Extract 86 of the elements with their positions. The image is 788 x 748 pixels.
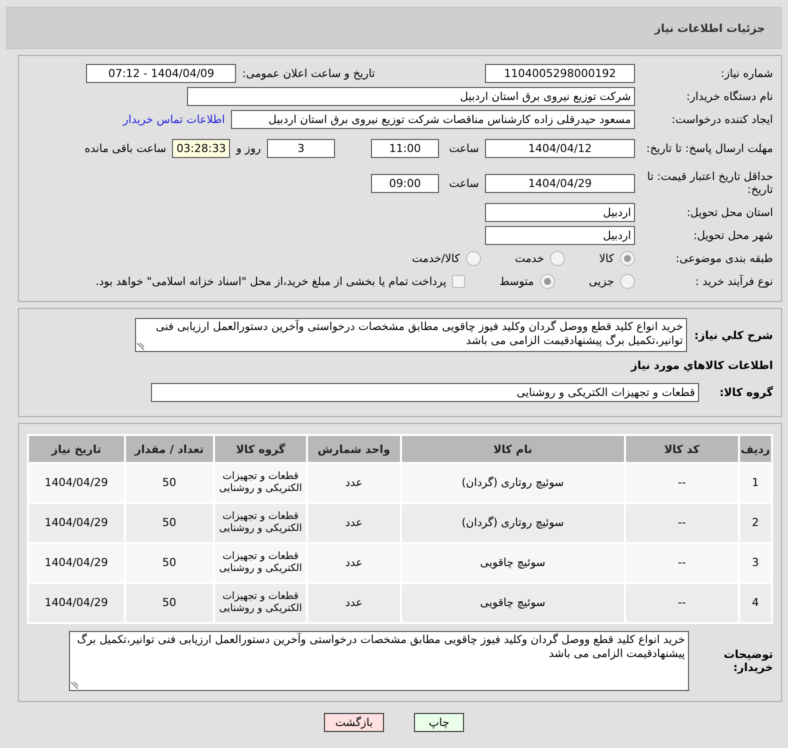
- goods-group-field[interactable]: قطعات و تجهیزات الکتریکی و روشنایی: [151, 382, 699, 402]
- province-field[interactable]: اردبیل: [485, 202, 635, 222]
- field-label: گروه کالا:: [718, 386, 773, 398]
- table-cell: عدد: [308, 504, 400, 542]
- column-header: کد کالا: [626, 436, 738, 462]
- checkbox[interactable]: [452, 274, 466, 288]
- need-number-field[interactable]: 1104005298000192: [485, 64, 635, 82]
- table-cell: عدد: [308, 464, 400, 502]
- table-cell: 50: [126, 504, 213, 542]
- table-cell: 3: [740, 544, 771, 582]
- table-cell: --: [626, 464, 738, 502]
- table-cell: سوئیچ چاقویی: [402, 544, 624, 582]
- city-field[interactable]: اردبیل: [485, 226, 635, 244]
- validity-date-field[interactable]: 1404/04/29: [485, 174, 635, 192]
- description-field[interactable]: خرید انواع کلید قطع ووصل گردان وکلید فیوز چاقویی مطابق مشخصات درخواستی وآخرین دستورالعمل ارزیابی فنی توانیر،تکمیل برگ پیشنهادقیمت الزامی می باشد: [135, 318, 687, 352]
- section-title: اطلاعات کالاهاي مورد نياز: [630, 358, 773, 372]
- field-label: مهلت ارسال پاسخ: تا تاریخ:: [645, 142, 773, 154]
- radio-button[interactable]: [620, 274, 635, 288]
- field-label: استان محل تحویل:: [686, 206, 773, 218]
- table-cell-text: قطعات و تجهیزات الکتریکی و روشنایی: [218, 511, 303, 535]
- table-cell: سوئیچ روتاری (گردان): [402, 504, 624, 542]
- column-header: تاریخ نیاز: [29, 436, 124, 462]
- field-label: تاریخ و ساعت اعلان عمومی:: [242, 66, 375, 80]
- option-label: متوسط: [499, 274, 534, 288]
- deadline-date-field[interactable]: 1404/04/12: [485, 138, 635, 158]
- table-cell: 2: [740, 504, 771, 542]
- table-cell: سوئیچ روتاری (گردان): [402, 464, 624, 502]
- table-cell: --: [626, 544, 738, 582]
- table-cell: سوئیچ چاقویی: [402, 584, 624, 622]
- resize-grip-icon[interactable]: [71, 681, 79, 689]
- back-button[interactable]: بازگشت: [324, 712, 384, 732]
- column-header: نام کالا: [402, 436, 624, 462]
- table-cell: --: [626, 584, 738, 622]
- days-field[interactable]: 3: [267, 138, 335, 158]
- table-cell-text: قطعات و تجهیزات الکتریکی و روشنایی: [218, 471, 303, 495]
- radio-button[interactable]: [550, 250, 566, 266]
- column-header: گروه کالا: [214, 436, 306, 462]
- requester-field[interactable]: مسعود حیدرقلی زاده کارشناس مناقصات شرکت توزیع نیروی برق استان اردبیل: [231, 110, 635, 128]
- field-label: روز و: [236, 142, 261, 154]
- radio-button[interactable]: [466, 250, 481, 266]
- field-label: ساعت باقی مانده: [84, 142, 166, 154]
- table-cell-text: قطعات و تجهیزات الکتریکی و روشنایی: [218, 551, 303, 575]
- table-cell: 4: [740, 584, 771, 622]
- validity-time-field[interactable]: 09:00: [371, 174, 439, 192]
- radio-button[interactable]: [620, 250, 635, 266]
- field-label: شرح کلي نياز:: [693, 328, 773, 342]
- table-cell-text: قطعات و تجهیزات الکتریکی و روشنایی: [218, 591, 303, 615]
- deadline-time-field[interactable]: 11:00: [371, 138, 439, 158]
- table-cell: 1: [740, 464, 771, 502]
- page-title: جزئیات اطلاعات نیاز: [654, 22, 765, 34]
- remaining-time-field: 03:28:33: [172, 138, 230, 158]
- field-label: نام دستگاه خریدار:: [685, 90, 773, 102]
- field-label: توضیحات خریدار:: [722, 648, 773, 674]
- table-cell: 50: [126, 464, 213, 502]
- field-label: ساعت: [448, 142, 479, 154]
- option-label: کالا/خدمت: [412, 252, 460, 264]
- resize-grip-icon[interactable]: [137, 342, 145, 350]
- field-label: شهر محل تحویل:: [692, 228, 773, 242]
- buyer-contact-link[interactable]: اطلاعات تماس خریدار: [123, 112, 225, 126]
- field-label: حداقل تاریخ اعتبار قیمت: تا تاریخ:: [646, 170, 773, 196]
- table-cell: 50: [126, 584, 213, 622]
- table-cell: 50: [126, 544, 213, 582]
- field-label: ساعت: [448, 176, 479, 190]
- buyer-org-field[interactable]: شرکت توزیع نیروی برق استان اردبیل: [187, 86, 635, 106]
- print-button[interactable]: چاپ: [414, 712, 464, 732]
- radio-button[interactable]: [540, 274, 555, 288]
- table-cell: 1404/04/29: [29, 504, 124, 542]
- option-label: پرداخت تمام یا بخشی از مبلغ خرید،از محل "اسناد خزانه اسلامی" خواهد بود.: [96, 274, 446, 288]
- table-cell: 1404/04/29: [29, 464, 124, 502]
- column-header: واحد شمارش: [308, 436, 400, 462]
- field-label: نوع فرآیند خرید :: [694, 274, 773, 288]
- table-cell: 1404/04/29: [29, 584, 124, 622]
- option-label: خدمت: [514, 252, 544, 264]
- buyer-notes-field[interactable]: خرید انواع کلید قطع ووصل گردان وکلید فیوز چاقویی مطابق مشخصات درخواستی وآخرین دستورالعمل ارزیابی فنی توانیر،تکمیل برگ پیشنهادقیمت الزامی می باشد: [69, 631, 689, 691]
- announce-date-field[interactable]: 1404/04/09 - 07:12: [86, 64, 236, 82]
- column-header: ردیف: [740, 436, 771, 462]
- field-label: ایجاد کننده درخواست:: [670, 112, 773, 126]
- field-label: طبقه بندی موضوعی:: [674, 252, 773, 264]
- field-label: شماره نیاز:: [720, 66, 773, 80]
- table-cell: 1404/04/29: [29, 544, 124, 582]
- table-cell: عدد: [308, 584, 400, 622]
- option-label: جزیی: [588, 274, 614, 288]
- column-header: تعداد / مقدار: [126, 436, 213, 462]
- table-cell: عدد: [308, 544, 400, 582]
- table-cell: --: [626, 504, 738, 542]
- option-label: کالا: [599, 252, 614, 264]
